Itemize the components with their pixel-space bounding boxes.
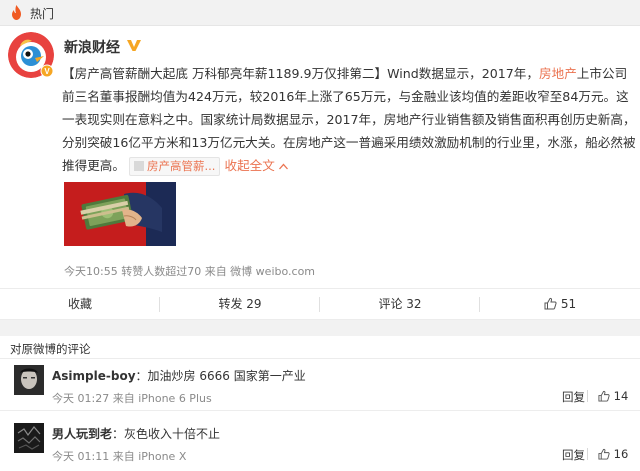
- post-body: 【房产高管薪酬大起底 万科郁亮年薪1189.9万仅排第二】Wind数据显示，20…: [62, 62, 636, 177]
- comment-like-count: 16: [613, 447, 629, 461]
- comment-avatar[interactable]: [14, 365, 44, 395]
- collapse-text-label: 收起全文: [224, 158, 275, 173]
- post-username[interactable]: 新浪财经: [64, 37, 120, 57]
- comment-item: Asimple-boy：加油炒房 6666 国家第一产业 今天 01:27 来自…: [0, 359, 640, 411]
- comment-meta: 今天 01:11 来自 iPhone X: [52, 450, 187, 463]
- verified-badge-icon: V: [40, 64, 54, 82]
- comment-label: 评论 32: [378, 297, 422, 311]
- reply-button[interactable]: 回复: [562, 447, 585, 463]
- comment-username[interactable]: 男人玩到老: [52, 427, 112, 441]
- post-text-start: 【房产高管薪酬大起底 万科郁亮年薪1189.9万仅排第二】Wind数据显示，20…: [62, 66, 539, 81]
- divider: [0, 410, 640, 411]
- collect-label: 收藏: [67, 297, 92, 311]
- highlight-keyword[interactable]: 房地产: [539, 66, 577, 81]
- thumbs-up-icon: [598, 447, 614, 461]
- verified-v-icon: [126, 38, 142, 56]
- comment-colon: ：: [112, 427, 125, 441]
- comment-item: 男人玩到老：灰色收入十倍不止 今天 01:11 来自 iPhone X 回复 1…: [0, 417, 640, 469]
- comment-content: 男人玩到老：灰色收入十倍不止: [52, 425, 220, 442]
- collect-button[interactable]: 收藏: [0, 289, 160, 320]
- comment-like-button[interactable]: 16: [598, 447, 628, 461]
- thumbs-up-icon: [598, 389, 614, 403]
- comment-content: Asimple-boy：加油炒房 6666 国家第一产业: [52, 367, 306, 384]
- comment-avatar[interactable]: [14, 423, 44, 453]
- hot-label[interactable]: 热门: [30, 5, 54, 22]
- comment-text: 灰色收入十倍不止: [124, 427, 221, 441]
- divider: [587, 448, 588, 460]
- comment-colon: ：: [135, 369, 148, 383]
- thumbs-up-icon: [544, 291, 557, 322]
- link-thumb-icon: [133, 161, 144, 171]
- flame-icon: [10, 5, 23, 24]
- repost-button[interactable]: 转发 29: [160, 289, 320, 320]
- action-bar: 收藏 转发 29 评论 32 51: [0, 288, 640, 320]
- comment-username[interactable]: Asimple-boy: [52, 369, 136, 383]
- topic-link[interactable]: 房产高管薪...: [128, 157, 221, 176]
- comment-meta: 今天 01:27 来自 iPhone 6 Plus: [52, 392, 212, 405]
- comment-like-count: 14: [613, 389, 629, 403]
- collapse-text-link[interactable]: 收起全文: [224, 158, 288, 173]
- comments-title: 对原微博的评论: [10, 342, 91, 356]
- svg-text:V: V: [44, 67, 50, 76]
- comment-button[interactable]: 评论 32: [320, 289, 480, 320]
- topic-link-label: 房产高管薪...: [146, 159, 216, 173]
- chevron-up-icon: [278, 158, 288, 173]
- repost-label: 转发 29: [218, 297, 262, 311]
- comment-like-button[interactable]: 14: [598, 389, 628, 403]
- like-count: 51: [560, 297, 577, 311]
- divider: [587, 390, 588, 402]
- reply-button[interactable]: 回复: [562, 389, 585, 405]
- section-gap: [0, 320, 640, 336]
- post-image[interactable]: [64, 182, 176, 246]
- top-bar: 热门: [0, 0, 640, 26]
- like-button[interactable]: 51: [480, 289, 640, 320]
- post-meta: 今天10:55 转赞人数超过70 来自 微博 weibo.com: [64, 265, 316, 278]
- comment-text: 加油炒房 6666 国家第一产业: [147, 369, 306, 383]
